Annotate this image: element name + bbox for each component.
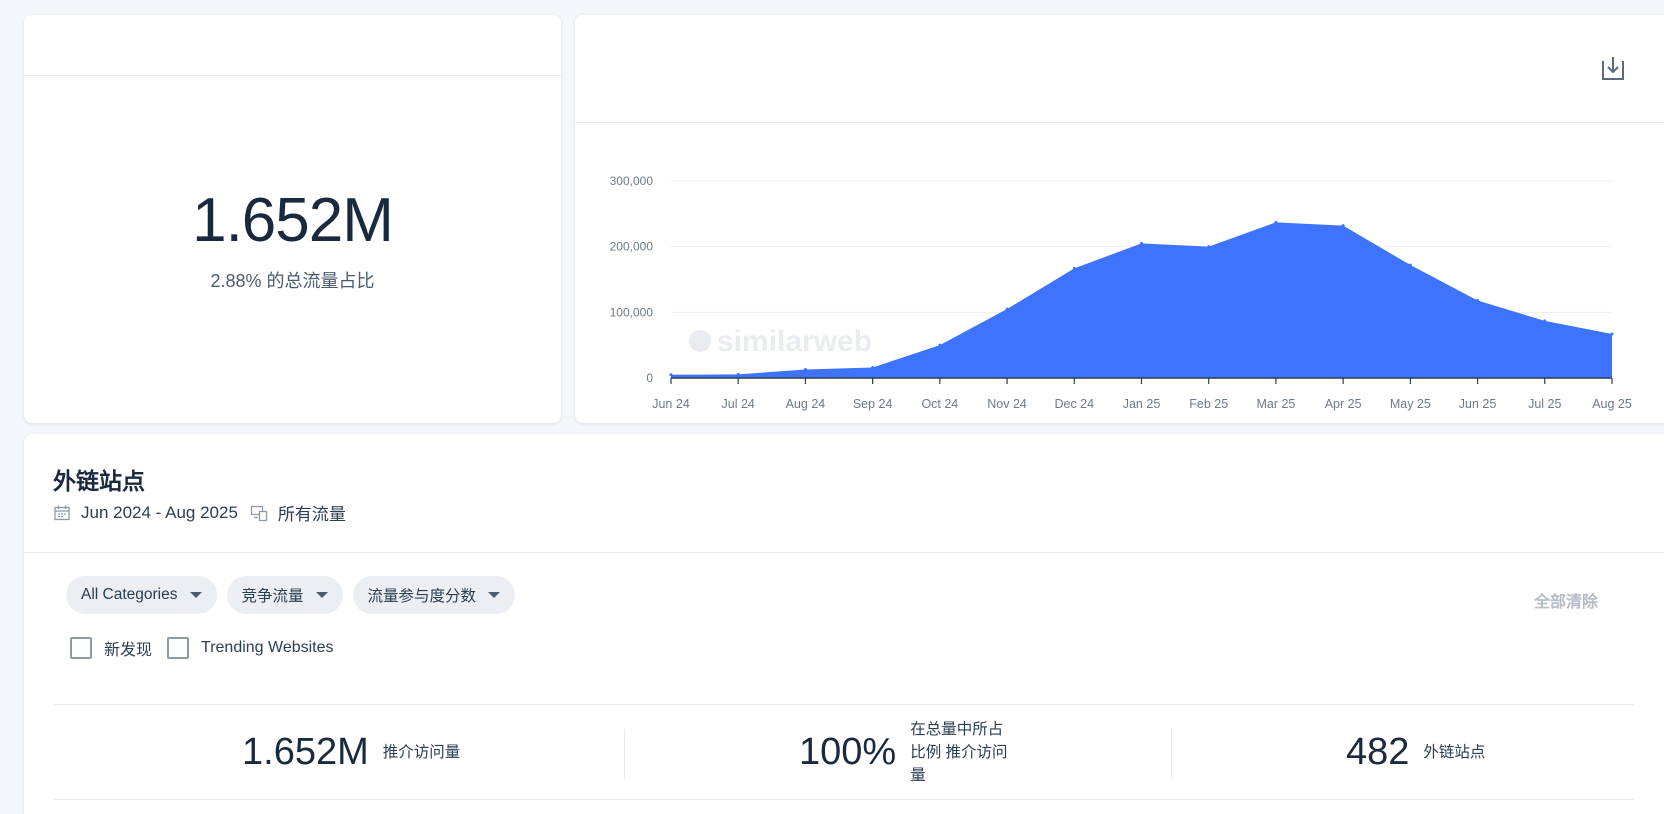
x-tick-label: Dec 24: [1054, 397, 1094, 411]
referral-share-metric: 100% 在总量中所占 比例 推介访问 量: [799, 706, 1008, 798]
y-tick-label: 0: [646, 371, 653, 385]
data-point: [938, 343, 942, 347]
category-filter-label: All Categories: [81, 586, 178, 603]
y-tick-label: 100,000: [610, 305, 654, 319]
x-tick-label: Aug 24: [786, 397, 826, 411]
section-meta: Jun 2024 - Aug 2025 所有流量: [53, 500, 346, 525]
referral-share-label-line: 在总量中所占: [910, 720, 1004, 738]
traffic-area-chart: 0 100,000 200,000 300,000 similarweb Jun 24 Ju…: [610, 174, 1632, 411]
data-point: [1005, 307, 1009, 311]
data-point: [1140, 241, 1143, 245]
data-point: [1341, 224, 1345, 228]
x-tick-label: Nov 24: [987, 397, 1027, 411]
clear-all-button[interactable]: 全部清除: [1534, 588, 1598, 612]
checkbox-row: 新发现 Trending Websites: [70, 636, 349, 660]
trending-websites-label: Trending Websites: [201, 639, 334, 656]
data-point: [1072, 266, 1076, 270]
referring-sites-label: 外链站点: [1423, 743, 1486, 761]
x-tick-label: Mar 25: [1256, 397, 1295, 411]
data-point: [669, 373, 673, 377]
watermark-text: similarweb: [717, 325, 872, 358]
panel-divider: [24, 552, 1664, 553]
total-card-header: [24, 15, 561, 76]
total-value: 1.652M: [192, 186, 394, 255]
x-tick-label: Jul 24: [722, 397, 755, 411]
metric-divider: [1171, 729, 1172, 779]
data-point: [1610, 332, 1614, 336]
filter-row: All Categories 竞争流量 流量参与度分数: [66, 576, 516, 614]
metrics-divider-top: [53, 704, 1634, 705]
x-tick-label: Sep 24: [853, 397, 893, 411]
x-tick-label: May 25: [1390, 397, 1431, 411]
metric-divider: [624, 729, 625, 779]
calendar-icon: [54, 505, 70, 520]
data-point: [1408, 263, 1412, 267]
chevron-down-icon: [315, 592, 328, 598]
x-tick-label: Jul 25: [1528, 397, 1561, 411]
new-discovery-label: 新发现: [104, 642, 153, 659]
competitive-traffic-label: 竞争流量: [241, 588, 304, 605]
chart-card-header: [575, 15, 1664, 123]
competitive-traffic-dropdown[interactable]: 竞争流量: [226, 576, 343, 614]
referral-visits-value: 1.652M: [242, 730, 369, 773]
referral-share-label-line: 比例 推介访问: [910, 743, 1008, 761]
download-icon[interactable]: [1599, 55, 1627, 83]
data-point: [1476, 299, 1480, 303]
total-share-text: 2.88% 的总流量占比: [210, 271, 375, 291]
engagement-score-dropdown[interactable]: 流量参与度分数: [352, 576, 516, 614]
chevron-down-icon: [189, 592, 202, 598]
trending-websites-checkbox[interactable]: [167, 637, 190, 659]
x-tick-label: Jan 25: [1123, 397, 1161, 411]
referring-sites-value: 482: [1346, 730, 1410, 773]
referral-visits-metric: 1.652M 推介访问量: [242, 706, 460, 798]
y-tick-label: 200,000: [610, 240, 654, 254]
traffic-type: 所有流量: [277, 505, 346, 524]
referral-share-value: 100%: [799, 730, 897, 773]
x-tick-label: Oct 24: [921, 397, 958, 411]
new-discovery-checkbox[interactable]: [70, 637, 92, 659]
referring-sites-metric: 482 外链站点: [1346, 706, 1485, 798]
referral-visits-label: 推介访问量: [382, 743, 461, 761]
metrics-divider-bottom: [53, 799, 1634, 800]
date-range: Jun 2024 - Aug 2025: [81, 502, 238, 522]
referral-share-label-line: 量: [910, 766, 926, 784]
traffic-chart-card: 0 100,000 200,000 300,000 similarweb Jun 24 Ju…: [575, 15, 1664, 423]
similarweb-logo-icon: [689, 330, 711, 352]
category-filter-dropdown[interactable]: All Categories: [66, 576, 217, 614]
x-tick-label: Aug 25: [1592, 397, 1632, 411]
x-tick-label: Feb 25: [1189, 397, 1228, 411]
data-point: [1274, 220, 1278, 224]
total-traffic-card: 1.652M 2.88% 的总流量占比: [24, 15, 561, 423]
section-title: 外链站点: [53, 468, 145, 494]
chevron-down-icon: [488, 592, 501, 598]
data-point: [871, 365, 875, 369]
engagement-score-label: 流量参与度分数: [367, 588, 477, 605]
y-tick-label: 300,000: [610, 174, 654, 188]
referral-sites-panel: 外链站点 Jun 2024 - Aug 2025 所有流量 All Catego…: [24, 434, 1664, 814]
x-tick-label: Jun 25: [1459, 397, 1497, 411]
x-tick-label: Apr 25: [1325, 397, 1362, 411]
data-point: [736, 372, 740, 376]
data-point: [1543, 319, 1547, 323]
x-tick-label: Jun 24: [652, 397, 690, 411]
referral-share-label: 在总量中所占 比例 推介访问 量: [910, 718, 1007, 787]
data-point: [803, 367, 807, 371]
devices-icon: [250, 505, 268, 521]
data-point: [1207, 245, 1211, 249]
